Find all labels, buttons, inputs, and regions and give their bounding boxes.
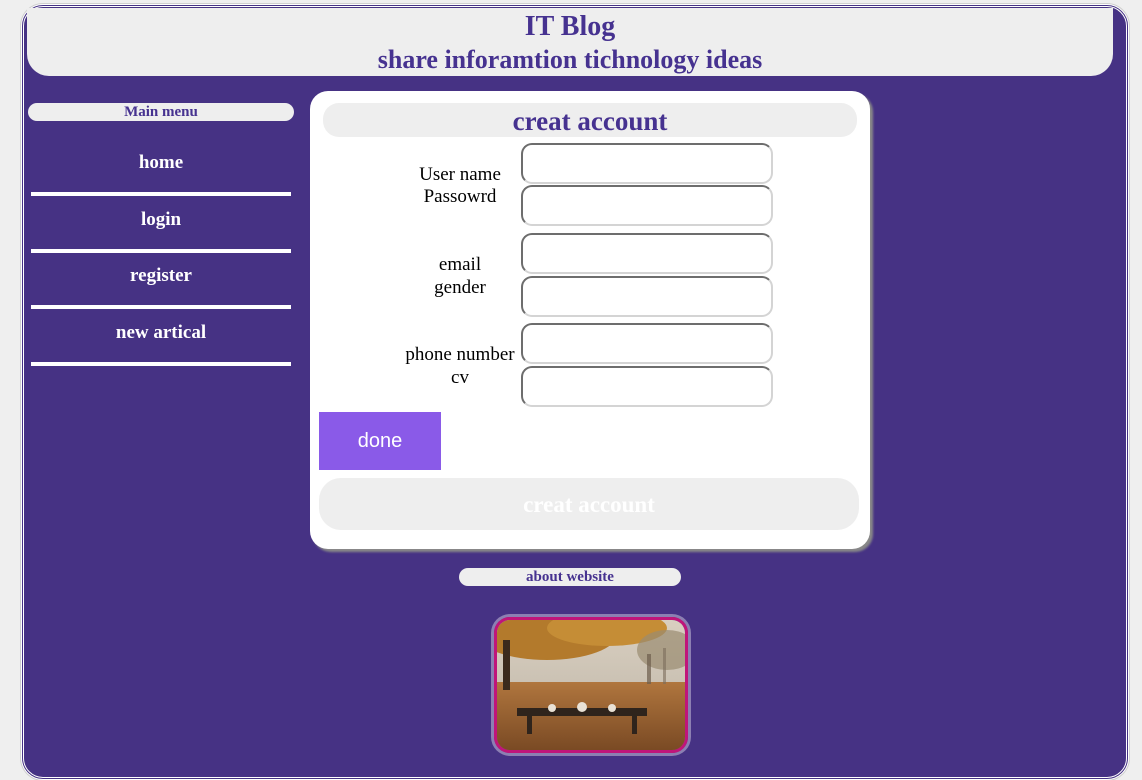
sidebar-item-home[interactable]: home (31, 140, 291, 196)
about-website-title: about website (459, 568, 681, 586)
email-label: email (438, 254, 482, 275)
autumn-park-photo-icon (494, 617, 688, 753)
gender-label: gender (434, 277, 486, 298)
email-field[interactable] (521, 233, 773, 274)
cv-label: cv (451, 367, 469, 388)
sidebar-item-login[interactable]: login (31, 197, 291, 253)
site-title: IT Blog (524, 11, 616, 42)
username-field[interactable] (521, 143, 773, 184)
password-label: Passowrd (423, 186, 497, 207)
main-menu-title: Main menu (28, 103, 294, 121)
phone-label: phone number (405, 344, 515, 365)
cv-field[interactable] (521, 366, 773, 407)
phone-number-field[interactable] (521, 323, 773, 364)
gender-field[interactable] (521, 276, 773, 317)
sidebar-item-register[interactable]: register (31, 253, 291, 309)
password-field[interactable] (521, 185, 773, 226)
sidebar-item-new-artical[interactable]: new artical (31, 310, 291, 366)
create-account-title: creat account (323, 103, 857, 137)
site-header: IT Blog share inforamtion tichnology ide… (27, 8, 1113, 76)
create-account-button[interactable]: creat account (319, 478, 859, 530)
done-button[interactable]: done (319, 412, 441, 470)
site-subtitle: share inforamtion tichnology ideas (377, 45, 763, 74)
username-label: User name (419, 164, 501, 185)
